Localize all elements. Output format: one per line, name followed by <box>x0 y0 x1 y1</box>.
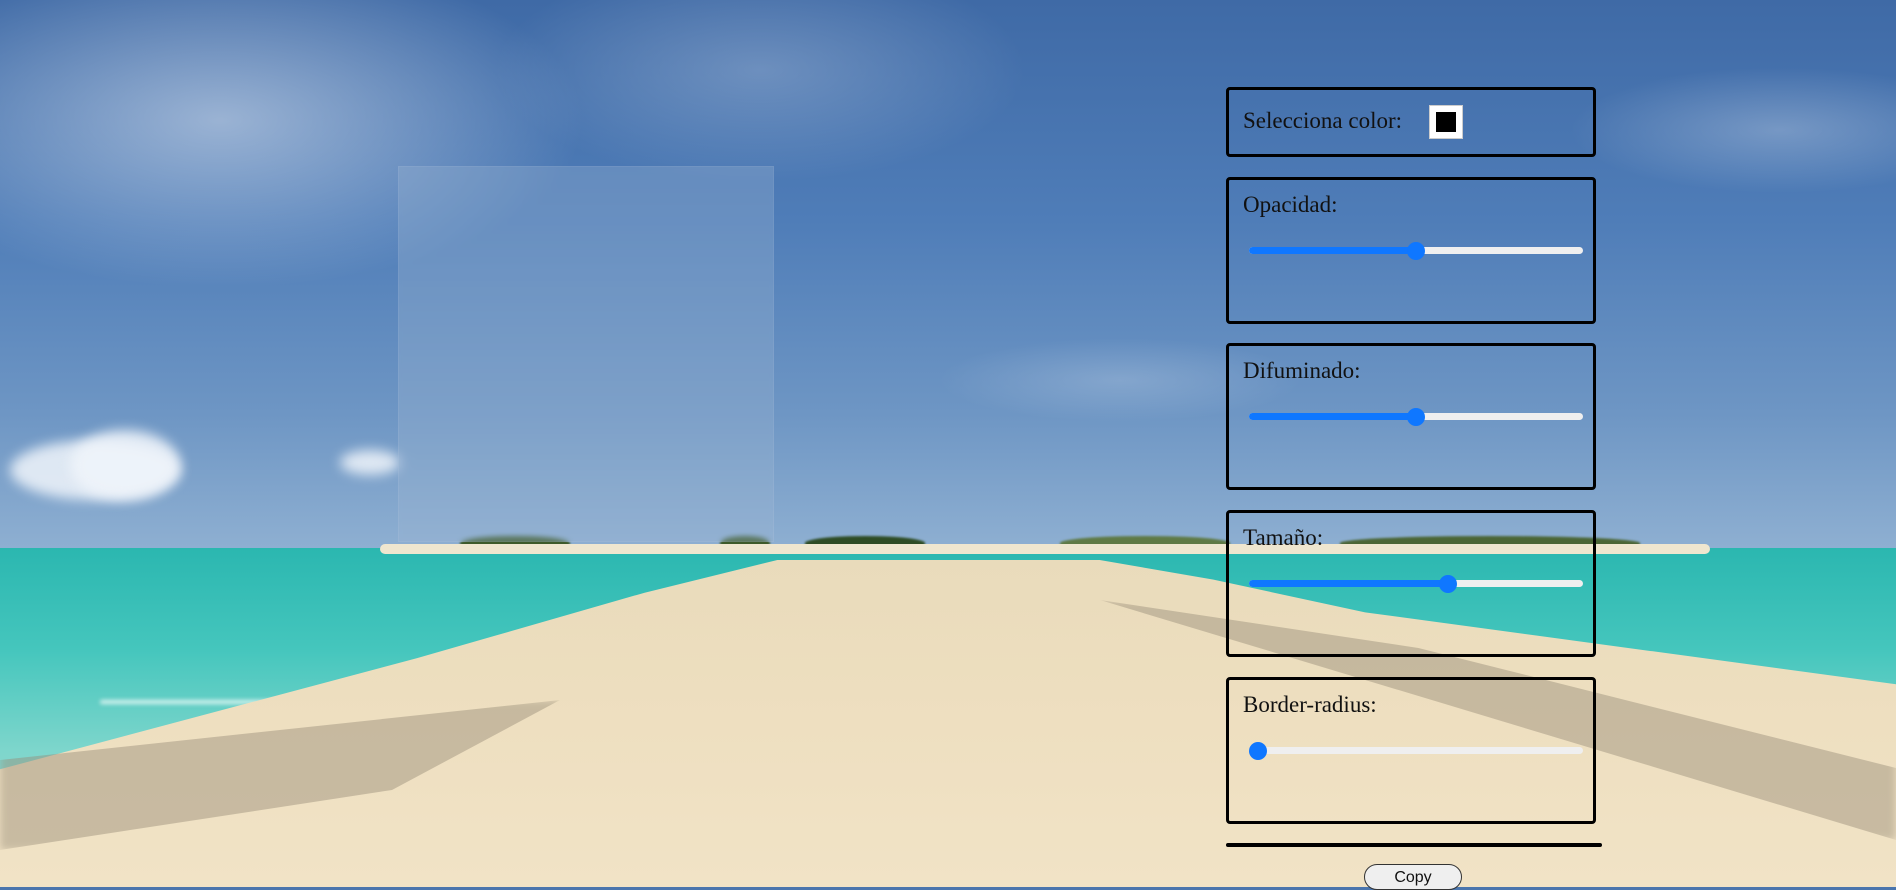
color-picker-input[interactable] <box>1429 105 1463 139</box>
size-control: Tamaño: <box>1226 510 1596 657</box>
slider-thumb[interactable] <box>1407 242 1425 260</box>
output-box-edge <box>1226 843 1602 847</box>
blur-control: Difuminado: <box>1226 343 1596 490</box>
opacity-label: Opacidad: <box>1243 192 1338 217</box>
beach-background-image <box>0 0 1896 887</box>
size-label: Tamaño: <box>1243 525 1324 550</box>
color-swatch <box>1436 112 1456 132</box>
slider-thumb[interactable] <box>1438 575 1457 593</box>
slider-thumb[interactable] <box>1407 408 1425 426</box>
opacity-slider[interactable] <box>1249 242 1583 260</box>
blur-label: Difuminado: <box>1243 358 1361 383</box>
cloud <box>70 430 180 500</box>
slider-fill <box>1249 247 1416 254</box>
slider-fill <box>1249 413 1416 420</box>
cloud <box>340 450 400 475</box>
blur-slider[interactable] <box>1249 408 1583 426</box>
slider-thumb[interactable] <box>1249 742 1267 760</box>
border-radius-control: Border-radius: <box>1226 677 1596 824</box>
color-label: Selecciona color: <box>1243 108 1403 133</box>
border-radius-slider[interactable] <box>1249 742 1583 760</box>
slider-fill <box>1249 580 1450 587</box>
copy-button[interactable]: Copy <box>1364 864 1462 890</box>
size-slider[interactable] <box>1249 575 1583 593</box>
opacity-control: Opacidad: <box>1226 177 1596 324</box>
color-control: Selecciona color: <box>1226 87 1596 157</box>
border-radius-label: Border-radius: <box>1243 692 1377 717</box>
glass-preview-box <box>398 166 774 542</box>
slider-track <box>1249 747 1583 754</box>
sky <box>0 0 1896 552</box>
